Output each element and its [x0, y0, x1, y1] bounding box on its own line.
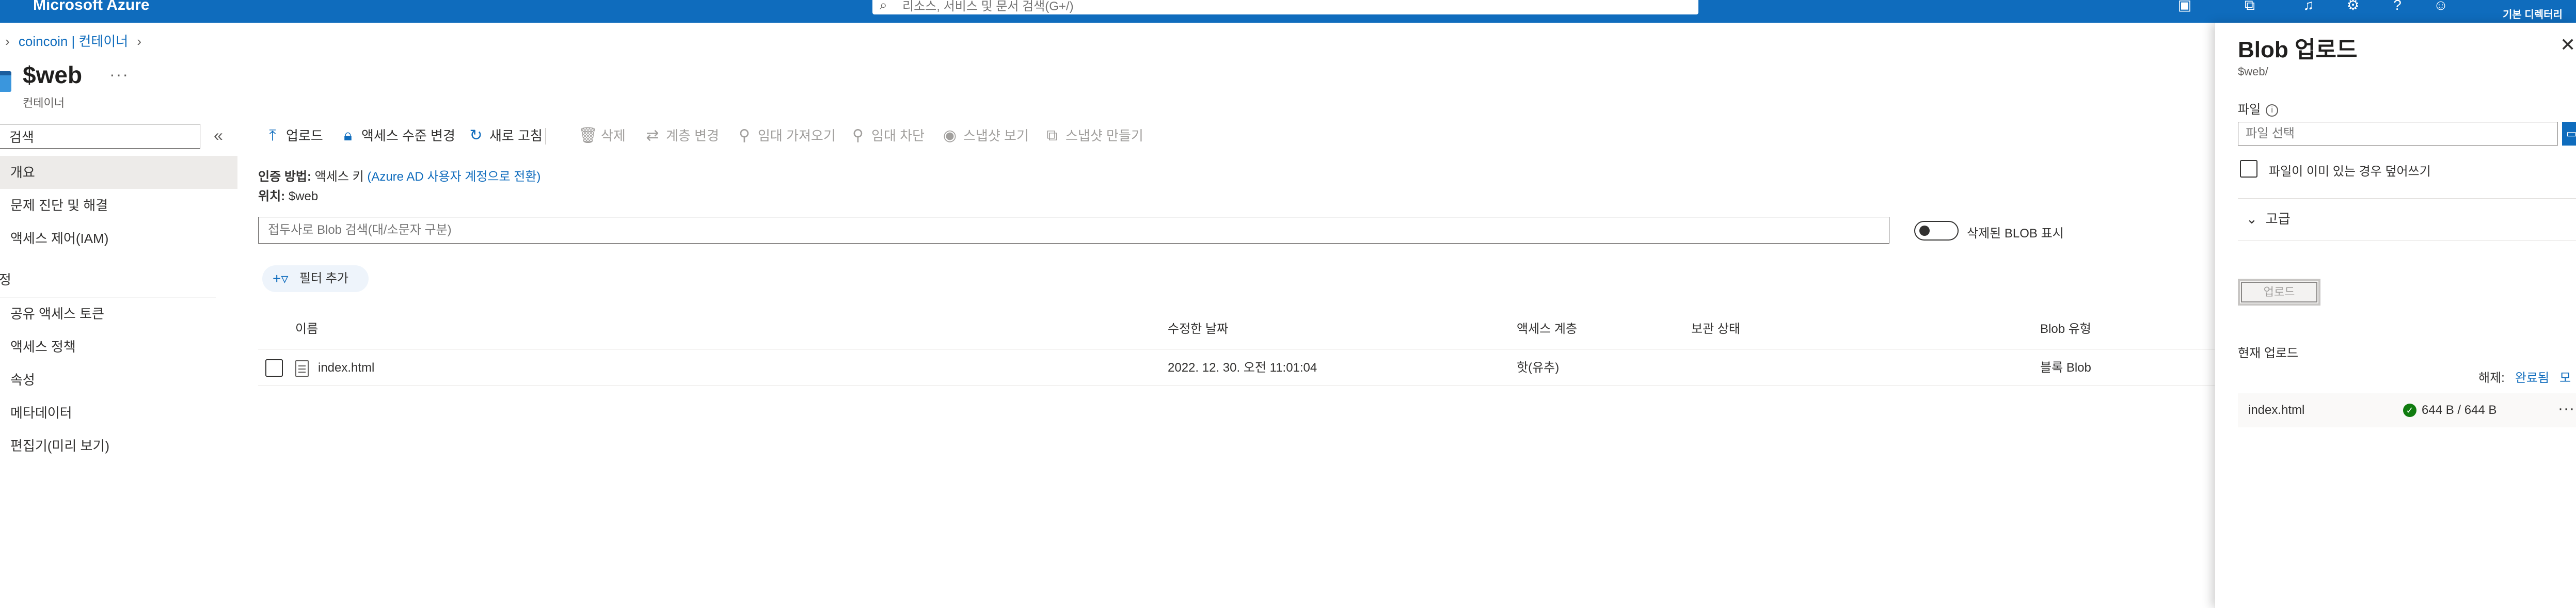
clear-all-link[interactable]: 모 [2559, 371, 2571, 385]
refresh-button[interactable]: ↻ 새로 고침 [467, 123, 542, 149]
snapshot-icon: ⧉ [1046, 127, 1058, 144]
browse-folder-button[interactable]: ▭ [2562, 122, 2576, 146]
nav-item-editor[interactable]: 편집기(미리 보기) [0, 429, 237, 462]
nav-item-properties[interactable]: 속성 [0, 363, 237, 396]
nav-item-diagnose[interactable]: 문제 진단 및 해결 [0, 189, 237, 222]
cloud-shell-icon[interactable]: ▣ [2174, 0, 2195, 15]
help-icon[interactable]: ? [2387, 0, 2408, 15]
brand-title[interactable]: Microsoft Azure [33, 0, 150, 11]
upload-button[interactable]: ⤒ 업로드 [263, 123, 323, 149]
search-icon: ⌕ [880, 0, 887, 12]
blob-name-link[interactable]: index.html [318, 350, 374, 386]
blob-tier: 핫(유추) [1517, 361, 1560, 375]
breadcrumb: › coincoin | 컨테이너 › [0, 31, 147, 49]
top-bar: Microsoft Azure ⌕ ▣ ⧉ ♫ ⚙ ? ☺ 기본 디렉터리 [0, 0, 2576, 23]
break-lease-icon: ⚲ [852, 127, 864, 144]
column-header-modified[interactable]: 수정한 날짜 [1168, 315, 1228, 344]
command-separator [545, 128, 546, 145]
row-checkbox[interactable] [265, 359, 283, 377]
create-snapshot-button[interactable]: ⧉ 스냅샷 만들기 [1043, 123, 1143, 149]
blob-search[interactable] [258, 217, 1889, 244]
location: 위치: $web [258, 189, 319, 203]
blob-type: 블록 Blob [2040, 361, 2091, 375]
acquire-lease-button[interactable]: ⚲ 임대 가져오기 [735, 123, 836, 149]
nav-search-input[interactable] [9, 129, 190, 144]
clear-completed-link[interactable]: 완료됨 [2515, 371, 2549, 385]
notifications-icon[interactable]: ♫ [2298, 0, 2319, 15]
table-row[interactable]: index.html 2022. 12. 30. 오전 11:01:04 핫(유… [258, 350, 2215, 386]
nav-item-sas[interactable]: 공유 액세스 토큰 [0, 297, 237, 330]
swap-icon: ⇄ [646, 127, 659, 144]
file-select-input[interactable] [2246, 126, 2550, 141]
add-filter-button[interactable]: +▿ 필터 추가 [262, 265, 369, 292]
nav-section-settings: 설정 [0, 272, 11, 287]
breadcrumb-link[interactable]: coincoin | 컨테이너 [19, 34, 128, 49]
overwrite-label: 파일이 이미 있는 경우 덮어쓰기 [2269, 165, 2431, 179]
nav-item-iam[interactable]: 액세스 제어(IAM) [0, 222, 237, 255]
page-subtitle: 컨테이너 [23, 97, 65, 109]
blob-modified: 2022. 12. 30. 오전 11:01:04 [1168, 361, 1317, 375]
check-circle-icon: ✓ [2403, 404, 2416, 417]
upload-icon: ⤒ [269, 127, 276, 144]
upload-submit-button[interactable]: 업로드 [2238, 279, 2320, 306]
chevron-right-icon: › [137, 34, 142, 49]
column-header-type[interactable]: Blob 유형 [2040, 315, 2091, 344]
change-access-level-button[interactable]: 🔒︎ 액세스 수준 변경 [339, 123, 455, 149]
upload-item-name: index.html [2248, 403, 2305, 417]
nav-search[interactable] [0, 124, 200, 149]
nav-item-overview[interactable]: 개요 [0, 156, 237, 189]
lease-icon: ⚲ [739, 127, 750, 144]
settings-icon[interactable]: ⚙ [2343, 0, 2363, 15]
user-directory[interactable]: 기본 디렉터리 [2503, 6, 2563, 21]
file-icon [295, 360, 309, 377]
collapse-nav-icon[interactable]: « [214, 126, 223, 145]
upload-item: index.html ✓ 644 B / 644 B ··· [2238, 393, 2576, 427]
chevron-right-icon: › [5, 34, 10, 49]
clear-row: 해제: 완료됨 모 [2478, 371, 2571, 385]
change-tier-button[interactable]: ⇄ 계층 변경 [643, 123, 719, 149]
feedback-icon[interactable]: ☺ [2430, 0, 2451, 15]
nav-item-metadata[interactable]: 메타데이터 [0, 396, 237, 429]
delete-button[interactable]: 🗑︎ 삭제 [578, 123, 626, 149]
current-uploads-label: 현재 업로드 [2238, 346, 2299, 360]
upload-blob-panel: Blob 업로드 $web/ ✕ 파일i ▭ 파일이 이미 있는 경우 덮어쓰기… [2215, 23, 2576, 608]
eye-icon: ◉ [943, 127, 957, 144]
add-filter-icon: +▿ [273, 270, 289, 286]
view-snapshots-button[interactable]: ◉ 스냅샷 보기 [941, 123, 1029, 149]
file-select-field[interactable] [2238, 122, 2558, 146]
show-deleted-toggle[interactable] [1914, 221, 1959, 241]
lock-icon: 🔒︎ [344, 127, 352, 144]
switch-to-aad-link[interactable]: (Azure AD 사용자 계정으로 전환) [367, 170, 540, 184]
delete-icon: 🗑︎ [578, 127, 598, 144]
info-icon[interactable]: i [2266, 104, 2279, 117]
panel-divider [2238, 198, 2576, 199]
panel-title: Blob 업로드 [2238, 37, 2358, 62]
auth-method: 인증 방법: 액세스 키 (Azure AD 사용자 계정으로 전환) [258, 170, 541, 184]
container-icon [0, 71, 11, 92]
panel-path: $web/ [2238, 65, 2268, 78]
folder-icon: ▭ [2566, 127, 2576, 140]
chevron-down-icon: ⌄ [2246, 211, 2257, 227]
column-header-archive[interactable]: 보관 상태 [1691, 315, 1740, 344]
blob-search-input[interactable] [268, 222, 1868, 238]
more-options-icon[interactable]: ··· [2558, 393, 2575, 424]
page-title: $web [23, 61, 83, 88]
close-icon[interactable]: ✕ [2560, 34, 2575, 56]
more-options-icon[interactable]: ··· [109, 65, 129, 84]
nav-item-access-policy[interactable]: 액세스 정책 [0, 330, 237, 363]
global-search-input[interactable] [902, 0, 1677, 13]
overwrite-checkbox[interactable] [2240, 160, 2257, 178]
directory-filter-icon[interactable]: ⧉ [2239, 0, 2260, 15]
toggle-knob [1919, 226, 1930, 236]
advanced-expander[interactable]: ⌄ 고급 [2246, 209, 2291, 228]
file-label: 파일 i [2238, 99, 2279, 117]
show-deleted-label: 삭제된 BLOB 표시 [1967, 227, 2064, 241]
refresh-icon: ↻ [469, 127, 483, 144]
column-header-tier[interactable]: 액세스 계층 [1517, 315, 1577, 344]
global-search[interactable]: ⌕ [872, 0, 1698, 14]
column-header-name[interactable]: 이름 [295, 315, 318, 344]
upload-item-progress: 644 B / 644 B [2422, 403, 2497, 417]
break-lease-button[interactable]: ⚲ 임대 차단 [849, 123, 925, 149]
